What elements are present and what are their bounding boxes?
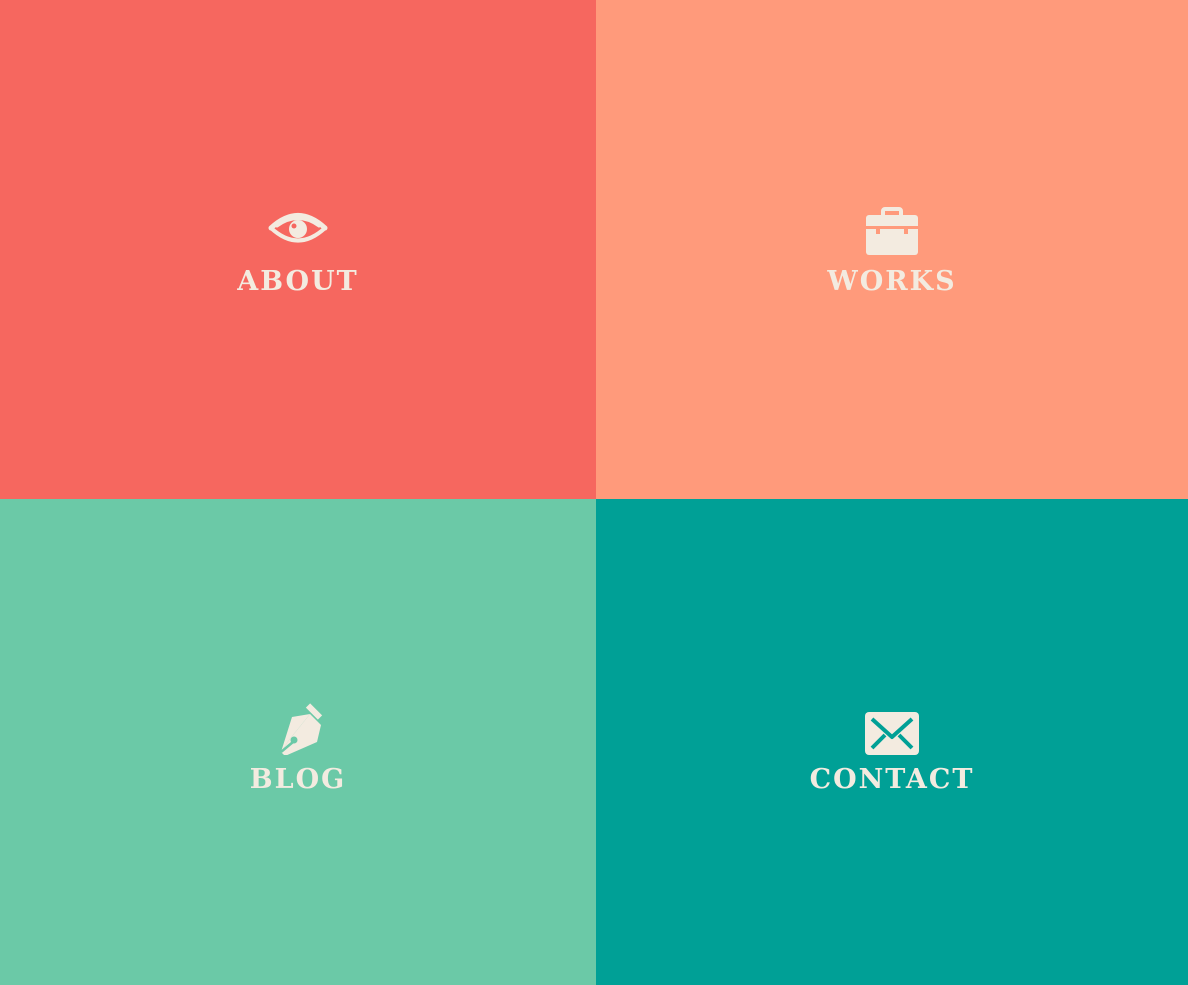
works-tile-content: WORKS <box>596 205 1188 299</box>
blog-tile[interactable]: BLOG <box>0 499 596 985</box>
contact-label: CONTACT <box>809 764 975 795</box>
blog-label: BLOG <box>249 764 347 795</box>
works-label: WORKS <box>827 266 957 297</box>
contact-tile-content: CONTACT <box>596 703 1188 797</box>
briefcase-icon <box>862 205 922 257</box>
envelope-icon <box>862 703 922 755</box>
contact-tile[interactable]: CONTACT <box>596 499 1188 985</box>
about-tile[interactable]: ABOUT <box>0 0 596 499</box>
blog-tile-content: BLOG <box>0 703 596 797</box>
eye-icon <box>268 205 328 257</box>
nav-grid: ABOUT WORKS BLOG CONTACT <box>0 0 1188 985</box>
about-tile-content: ABOUT <box>0 205 596 299</box>
works-tile[interactable]: WORKS <box>596 0 1188 499</box>
about-label: ABOUT <box>237 266 359 297</box>
pen-nib-icon <box>268 703 328 755</box>
